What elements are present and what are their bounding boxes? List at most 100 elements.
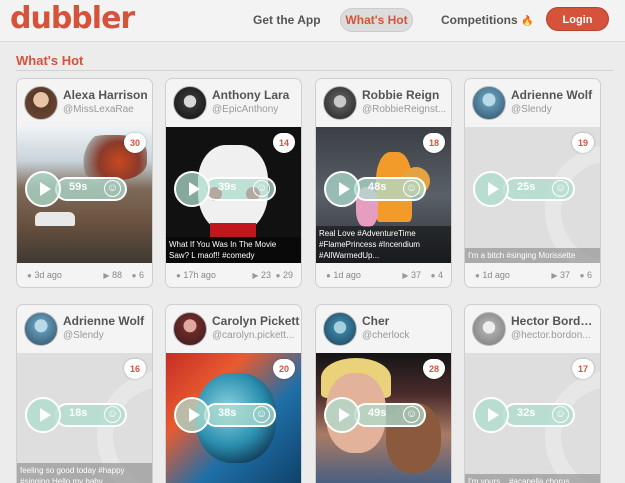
play-count: 88 bbox=[111, 270, 122, 280]
video-card[interactable]: Cher @cherlock 28 49s ☺ bbox=[315, 304, 452, 483]
play-count: 37 bbox=[559, 270, 570, 280]
play-icon[interactable] bbox=[174, 171, 210, 207]
smiley-icon: ☺ bbox=[253, 180, 270, 197]
play-count-icon: ▶ bbox=[103, 271, 110, 280]
player-control[interactable]: 38s ☺ bbox=[174, 397, 276, 433]
card-footer: ● 17h ago ▶ 23 ● 29 bbox=[166, 263, 301, 287]
user-name[interactable]: Adrienne Wolf bbox=[511, 88, 599, 102]
clock-icon: ● bbox=[326, 271, 331, 280]
posted-time: 3d ago bbox=[34, 270, 62, 280]
user-name[interactable]: Anthony Lara bbox=[212, 88, 300, 102]
duration-label: 48s bbox=[368, 181, 387, 193]
video-thumbnail[interactable]: 16 18s ☺ feeling so good today #happy #si… bbox=[17, 353, 152, 483]
smiley-icon: ☺ bbox=[104, 180, 121, 197]
card-header: Adrienne Wolf @Slendy bbox=[17, 305, 152, 353]
user-name[interactable]: Robbie Reign bbox=[362, 88, 450, 102]
video-card[interactable]: Hector Bordon... @hector.bordon... 17 32… bbox=[464, 304, 601, 483]
comment-icon: ● bbox=[275, 271, 281, 280]
card-footer: ● 1d ago ▶ 37 ● 4 bbox=[316, 263, 451, 287]
heart-icon[interactable]: 20 bbox=[273, 359, 295, 379]
play-icon[interactable] bbox=[25, 171, 61, 207]
player-control[interactable]: 59s ☺ bbox=[25, 171, 127, 207]
nav-whats-hot[interactable]: What's Hot bbox=[340, 8, 413, 32]
video-thumbnail[interactable]: 28 49s ☺ bbox=[316, 353, 451, 483]
clock-icon: ● bbox=[176, 271, 181, 280]
nav-competitions[interactable]: Competitions 🔥 bbox=[441, 13, 533, 27]
user-name[interactable]: Adrienne Wolf bbox=[63, 314, 151, 328]
play-icon[interactable] bbox=[174, 397, 210, 433]
video-caption: I'm yours... #acapella chorus bbox=[465, 474, 600, 483]
clock-icon: ● bbox=[27, 271, 32, 280]
video-thumbnail[interactable]: 30 59s ☺ bbox=[17, 127, 152, 263]
avatar[interactable] bbox=[24, 312, 58, 346]
smiley-icon: ☺ bbox=[253, 406, 270, 423]
nav-get-the-app[interactable]: Get the App bbox=[253, 13, 321, 27]
user-name[interactable]: Cher bbox=[362, 314, 450, 328]
avatar[interactable] bbox=[173, 312, 207, 346]
nav-competitions-label: Competitions bbox=[441, 13, 518, 27]
video-card[interactable]: Adrienne Wolf @Slendy 16 18s ☺ feeling so… bbox=[16, 304, 153, 483]
video-thumbnail[interactable]: 19 25s ☺ I'm a bitch #singing Morissette bbox=[465, 127, 600, 263]
video-card[interactable]: Anthony Lara @EpicAnthony 14 39s ☺ What I… bbox=[165, 78, 302, 288]
avatar[interactable] bbox=[472, 86, 506, 120]
video-thumbnail[interactable]: 20 38s ☺ bbox=[166, 353, 301, 483]
comment-count: 6 bbox=[586, 270, 592, 280]
heart-icon[interactable]: 16 bbox=[124, 359, 146, 379]
section-divider bbox=[16, 70, 613, 71]
user-handle[interactable]: @carolyn.pickett... bbox=[212, 330, 300, 341]
video-caption: What If You Was In The Movie Saw? L maof… bbox=[166, 237, 301, 263]
video-card[interactable]: Robbie Reign @RobbieReignst... 18 48s ☺ R… bbox=[315, 78, 452, 288]
video-card[interactable]: Adrienne Wolf @Slendy 19 25s ☺ I'm a bitc… bbox=[464, 78, 601, 288]
smiley-icon: ☺ bbox=[403, 180, 420, 197]
avatar[interactable] bbox=[472, 312, 506, 346]
comment-icon: ● bbox=[579, 271, 585, 280]
play-icon[interactable] bbox=[473, 171, 509, 207]
avatar[interactable] bbox=[323, 86, 357, 120]
video-card[interactable]: Alexa Harrison @MissLexaRae 30 59s ☺ ● 3d… bbox=[16, 78, 153, 288]
video-card[interactable]: Carolyn Pickett @carolyn.pickett... 20 3… bbox=[165, 304, 302, 483]
player-control[interactable]: 49s ☺ bbox=[324, 397, 426, 433]
player-control[interactable]: 48s ☺ bbox=[324, 171, 426, 207]
posted-time: 1d ago bbox=[482, 270, 510, 280]
section-title: What's Hot bbox=[16, 53, 84, 68]
play-icon[interactable] bbox=[324, 397, 360, 433]
video-thumbnail[interactable]: 17 32s ☺ I'm yours... #acapella chorus bbox=[465, 353, 600, 483]
avatar[interactable] bbox=[323, 312, 357, 346]
smiley-icon: ☺ bbox=[104, 406, 121, 423]
play-icon[interactable] bbox=[324, 171, 360, 207]
smiley-icon: ☺ bbox=[552, 180, 569, 197]
user-name[interactable]: Hector Bordon... bbox=[511, 314, 599, 328]
avatar[interactable] bbox=[173, 86, 207, 120]
user-handle[interactable]: @Slendy bbox=[63, 330, 151, 341]
login-button[interactable]: Login bbox=[546, 7, 609, 31]
player-control[interactable]: 18s ☺ bbox=[25, 397, 127, 433]
user-name[interactable]: Carolyn Pickett bbox=[212, 314, 300, 328]
card-header: Robbie Reign @RobbieReignst... bbox=[316, 79, 451, 127]
heart-icon[interactable]: 17 bbox=[572, 359, 594, 379]
dubbler-logo[interactable]: dubbler bbox=[10, 1, 135, 36]
video-thumbnail[interactable]: 18 48s ☺ Real Love #AdventureTime #FlameP… bbox=[316, 127, 451, 263]
duration-label: 38s bbox=[218, 407, 237, 419]
user-name[interactable]: Alexa Harrison bbox=[63, 88, 151, 102]
user-handle[interactable]: @Slendy bbox=[511, 104, 599, 115]
play-count: 23 bbox=[260, 270, 271, 280]
video-thumbnail[interactable]: 14 39s ☺ What If You Was In The Movie Saw… bbox=[166, 127, 301, 263]
card-footer: ● 3d ago ▶ 88 ● 6 bbox=[17, 263, 152, 287]
user-handle[interactable]: @RobbieReignst... bbox=[362, 104, 450, 115]
heart-icon[interactable]: 18 bbox=[423, 133, 445, 153]
user-handle[interactable]: @MissLexaRae bbox=[63, 104, 151, 115]
play-icon[interactable] bbox=[473, 397, 509, 433]
card-header: Hector Bordon... @hector.bordon... bbox=[465, 305, 600, 353]
user-handle[interactable]: @EpicAnthony bbox=[212, 104, 300, 115]
user-handle[interactable]: @cherlock bbox=[362, 330, 450, 341]
play-count-icon: ▶ bbox=[551, 271, 558, 280]
heart-icon[interactable]: 19 bbox=[572, 133, 594, 153]
avatar[interactable] bbox=[24, 86, 58, 120]
play-icon[interactable] bbox=[25, 397, 61, 433]
heart-icon[interactable]: 28 bbox=[423, 359, 445, 379]
heart-icon[interactable]: 14 bbox=[273, 133, 295, 153]
player-control[interactable]: 32s ☺ bbox=[473, 397, 575, 433]
user-handle[interactable]: @hector.bordon... bbox=[511, 330, 599, 341]
player-control[interactable]: 39s ☺ bbox=[174, 171, 276, 207]
player-control[interactable]: 25s ☺ bbox=[473, 171, 575, 207]
